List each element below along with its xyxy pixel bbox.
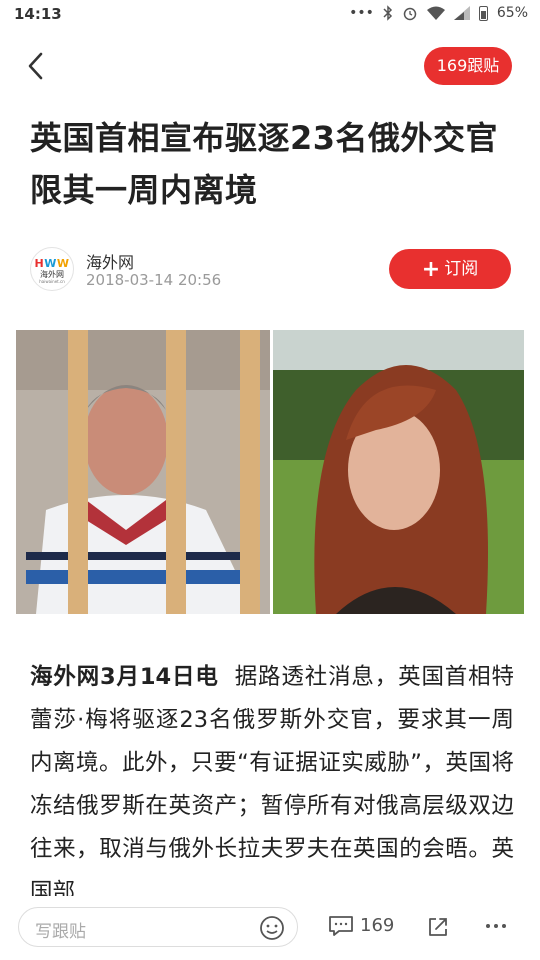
back-arrow-icon[interactable] — [22, 48, 52, 84]
article-lead: 海外网3月14日电 — [30, 664, 219, 690]
battery-icon — [478, 5, 488, 21]
more-icon[interactable] — [484, 916, 508, 936]
source-logo[interactable]: HWW 海外网 haiwainet.cn — [30, 247, 74, 291]
subscribe-label: 订阅 — [444, 259, 479, 279]
logo-text: 海外网 — [40, 270, 64, 279]
signal-icon — [453, 6, 470, 20]
alarm-icon — [403, 7, 417, 21]
reply-count-button[interactable]: 169跟贴 — [424, 47, 512, 85]
status-time: 14:13 — [14, 5, 62, 23]
source-name[interactable]: 海外网 — [86, 249, 134, 273]
article-title: 英国首相宣布驱逐23名俄外交官 限其一周内离境 — [30, 119, 499, 209]
bottom-bar: 写跟贴 169 — [0, 896, 540, 960]
article-body: 海外网3月14日电 据路透社消息，英国首相特蕾莎·梅将驱逐23名俄罗斯外交官，要… — [30, 656, 514, 896]
status-bar: 14:13 ••• 65% — [0, 0, 540, 30]
comment-input[interactable]: 写跟贴 — [18, 907, 298, 947]
comment-placeholder: 写跟贴 — [35, 922, 86, 942]
battery-level: 65% — [496, 5, 528, 21]
comment-count[interactable]: 169 — [360, 915, 394, 936]
subscribe-button[interactable]: + 订阅 — [389, 249, 511, 289]
comment-icon[interactable] — [328, 915, 354, 937]
emoji-icon[interactable] — [259, 915, 285, 941]
article-photo[interactable] — [16, 330, 524, 614]
bluetooth-icon — [383, 5, 392, 21]
wifi-icon — [426, 6, 445, 20]
article-text: 据路透社消息，英国首相特蕾莎·梅将驱逐23名俄罗斯外交官，要求其一周内离境。此外… — [30, 664, 514, 896]
publish-time: 2018-03-14 20:56 — [86, 271, 222, 289]
more-dots-icon: ••• — [349, 5, 374, 21]
status-icons: ••• 65% — [349, 5, 528, 21]
share-icon[interactable] — [426, 915, 450, 939]
plus-icon: + — [421, 257, 441, 282]
logo-domain: haiwainet.cn — [39, 279, 65, 284]
